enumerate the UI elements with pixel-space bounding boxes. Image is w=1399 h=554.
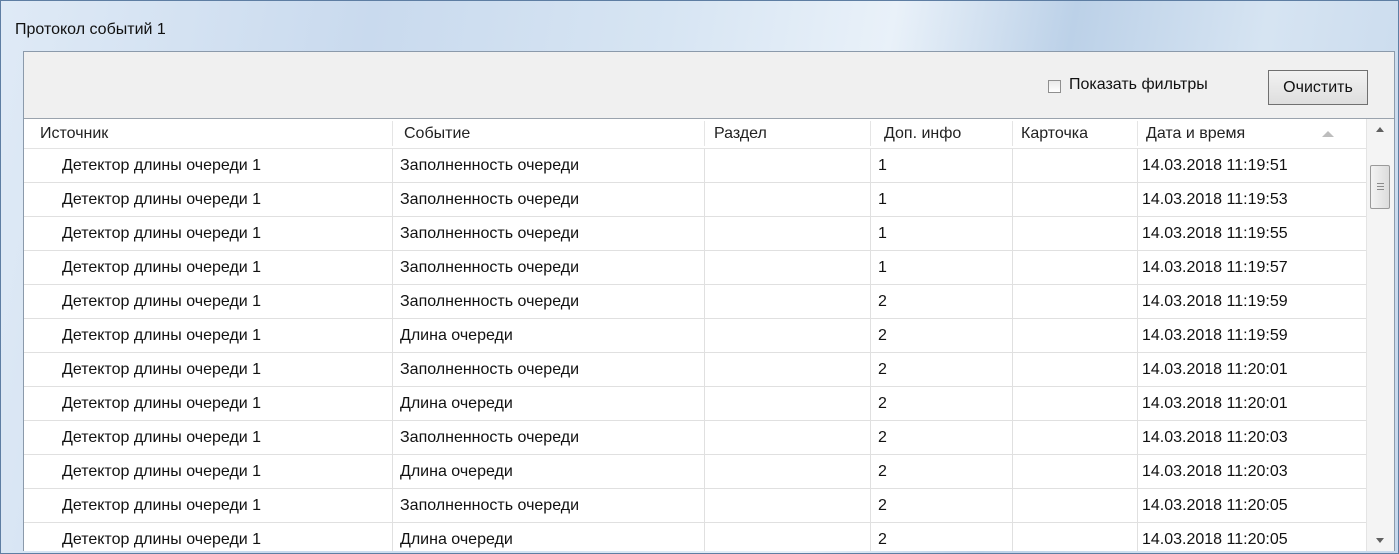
cell-event: Длина очереди (400, 531, 513, 548)
events-table: Источник Событие Раздел Доп. инфо Карточ… (24, 118, 1394, 551)
table-row[interactable]: Детектор длины очереди 1 Заполненность оч… (24, 489, 1366, 523)
column-divider[interactable] (704, 121, 705, 146)
cell-datetime: 14.03.2018 11:19:55 (1142, 225, 1288, 242)
column-divider[interactable] (1137, 121, 1138, 146)
cell-source: Детектор длины очереди 1 (62, 531, 262, 548)
cell-datetime: 14.03.2018 11:19:59 (1142, 327, 1288, 344)
cell-source: Детектор длины очереди 1 (62, 157, 262, 174)
cell-extra-info: 2 (878, 429, 887, 446)
show-filters-checkbox[interactable] (1048, 80, 1061, 93)
cell-extra-info: 2 (878, 361, 887, 378)
cell-extra-info: 2 (878, 395, 887, 412)
clear-button[interactable]: Очистить (1268, 70, 1368, 105)
scroll-down-arrow-icon[interactable] (1367, 529, 1394, 551)
cell-source: Детектор длины очереди 1 (62, 191, 262, 208)
column-divider[interactable] (870, 121, 871, 146)
cell-event: Длина очереди (400, 395, 513, 412)
grip-line (1377, 189, 1384, 190)
grip-line (1377, 183, 1384, 184)
cell-datetime: 14.03.2018 11:20:03 (1142, 463, 1288, 480)
cell-source: Детектор длины очереди 1 (62, 293, 262, 310)
cell-event: Заполненность очереди (400, 225, 580, 242)
cell-extra-info: 1 (878, 157, 887, 174)
cell-datetime: 14.03.2018 11:19:53 (1142, 191, 1288, 208)
cell-datetime: 14.03.2018 11:20:05 (1142, 531, 1288, 548)
sort-ascending-icon (1322, 131, 1334, 137)
table-row[interactable]: Детектор длины очереди 1 Длина очереди 2 14… (24, 455, 1366, 489)
cell-extra-info: 1 (878, 191, 887, 208)
cell-event: Длина очереди (400, 327, 513, 344)
table-row[interactable]: Детектор длины очереди 1 Заполненность оч… (24, 285, 1366, 319)
vertical-scrollbar[interactable] (1366, 119, 1394, 551)
column-header-source[interactable]: Источник (40, 119, 108, 148)
table-header: Источник Событие Раздел Доп. инфо Карточ… (24, 119, 1366, 149)
cell-event: Заполненность очереди (400, 157, 580, 174)
cell-source: Детектор длины очереди 1 (62, 361, 262, 378)
cell-source: Детектор длины очереди 1 (62, 463, 262, 480)
cell-event: Заполненность очереди (400, 429, 580, 446)
cell-source: Детектор длины очереди 1 (62, 327, 262, 344)
cell-event: Заполненность очереди (400, 361, 580, 378)
column-header-datetime[interactable]: Дата и время (1146, 119, 1245, 148)
cell-event: Длина очереди (400, 463, 513, 480)
cell-source: Детектор длины очереди 1 (62, 395, 262, 412)
column-header-section[interactable]: Раздел (714, 119, 767, 148)
cell-source: Детектор длины очереди 1 (62, 497, 262, 514)
table-row[interactable]: Детектор длины очереди 1 Длина очереди 2 14… (24, 387, 1366, 421)
cell-event: Заполненность очереди (400, 497, 580, 514)
show-filters-label[interactable]: Показать фильтры (1069, 76, 1208, 94)
table-row[interactable]: Детектор длины очереди 1 Заполненность оч… (24, 353, 1366, 387)
column-divider[interactable] (392, 121, 393, 146)
table-row[interactable]: Детектор длины очереди 1 Длина очереди 2 14… (24, 319, 1366, 353)
toolbar: Показать фильтры Очистить (24, 52, 1394, 118)
cell-event: Заполненность очереди (400, 293, 580, 310)
cell-extra-info: 2 (878, 463, 887, 480)
cell-extra-info: 1 (878, 225, 887, 242)
grip-line (1377, 186, 1384, 187)
event-log-panel: Показать фильтры Очистить Источник Событ… (23, 51, 1395, 551)
cell-extra-info: 2 (878, 497, 887, 514)
cell-datetime: 14.03.2018 11:20:03 (1142, 429, 1288, 446)
table-body: Детектор длины очереди 1 Заполненность оч… (24, 149, 1366, 551)
cell-datetime: 14.03.2018 11:20:01 (1142, 395, 1288, 412)
cell-source: Детектор длины очереди 1 (62, 429, 262, 446)
column-divider[interactable] (1012, 121, 1013, 146)
table-row[interactable]: Детектор длины очереди 1 Заполненность оч… (24, 251, 1366, 285)
table-row[interactable]: Детектор длины очереди 1 Заполненность оч… (24, 421, 1366, 455)
column-header-event[interactable]: Событие (404, 119, 470, 148)
cell-event: Заполненность очереди (400, 191, 580, 208)
table-row[interactable]: Детектор длины очереди 1 Заполненность оч… (24, 217, 1366, 251)
table-row[interactable]: Детектор длины очереди 1 Длина очереди 2 14… (24, 523, 1366, 551)
table-row[interactable]: Детектор длины очереди 1 Заполненность оч… (24, 149, 1366, 183)
cell-extra-info: 1 (878, 259, 887, 276)
cell-datetime: 14.03.2018 11:20:05 (1142, 497, 1288, 514)
cell-source: Детектор длины очереди 1 (62, 225, 262, 242)
table-row[interactable]: Детектор длины очереди 1 Заполненность оч… (24, 183, 1366, 217)
cell-source: Детектор длины очереди 1 (62, 259, 262, 276)
cell-datetime: 14.03.2018 11:19:51 (1142, 157, 1288, 174)
window-title: Протокол событий 1 (15, 21, 166, 38)
cell-datetime: 14.03.2018 11:19:57 (1142, 259, 1288, 276)
cell-event: Заполненность очереди (400, 259, 580, 276)
column-header-card[interactable]: Карточка (1021, 119, 1088, 148)
scrollbar-thumb[interactable] (1370, 165, 1390, 209)
cell-datetime: 14.03.2018 11:20:01 (1142, 361, 1288, 378)
column-header-extra-info[interactable]: Доп. инфо (884, 119, 961, 148)
event-log-window: Протокол событий 1 Показать фильтры Очис… (0, 0, 1399, 554)
scroll-up-arrow-icon[interactable] (1367, 119, 1394, 141)
cell-extra-info: 2 (878, 327, 887, 344)
cell-extra-info: 2 (878, 293, 887, 310)
cell-datetime: 14.03.2018 11:19:59 (1142, 293, 1288, 310)
cell-extra-info: 2 (878, 531, 887, 548)
